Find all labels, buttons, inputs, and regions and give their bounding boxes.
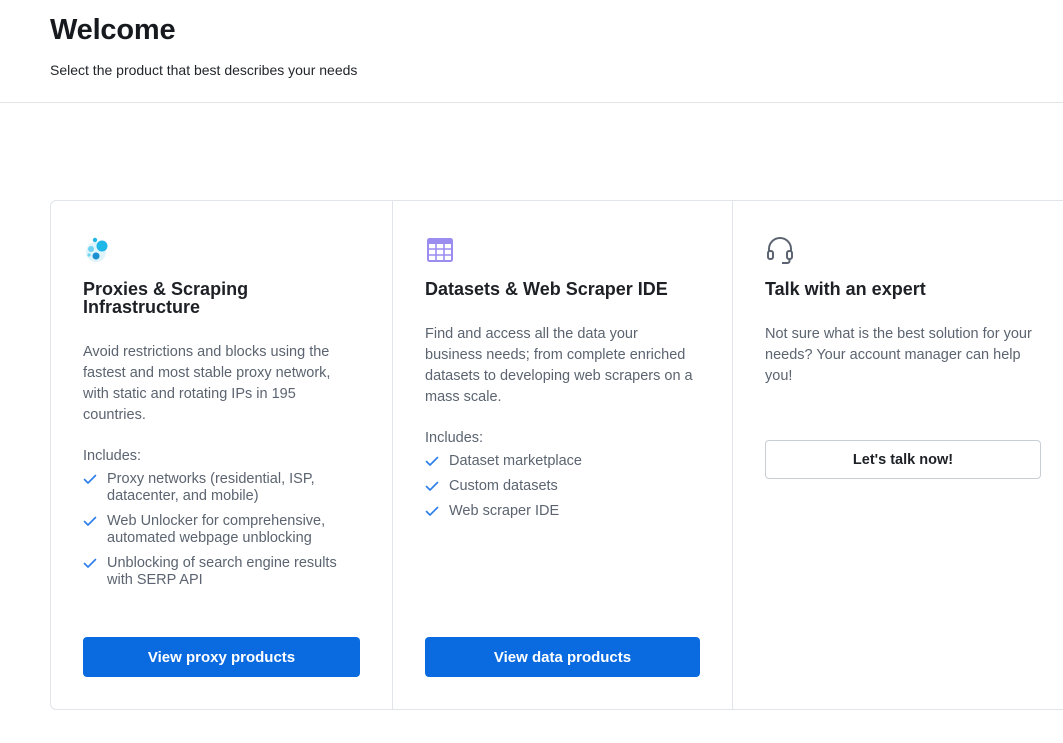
check-icon <box>425 481 439 491</box>
dataset-table-icon <box>425 235 455 265</box>
proxy-network-icon <box>83 235 113 265</box>
feature-label: Unblocking of search engine results with… <box>107 555 337 588</box>
feature-list: Dataset marketplace Custom datasets Web … <box>425 453 695 528</box>
product-cards: Proxies & Scraping Infrastructure Avoid … <box>50 200 1063 710</box>
view-proxy-products-button[interactable]: View proxy products <box>83 637 360 677</box>
check-icon <box>83 516 97 526</box>
talk-now-button[interactable]: Let's talk now! <box>765 440 1041 479</box>
includes-label: Includes: <box>83 448 142 464</box>
card-description: Find and access all the data your busine… <box>425 326 693 405</box>
check-icon <box>425 456 439 466</box>
card-title: Datasets & Web Scraper IDE <box>425 279 668 299</box>
proxy-product-card: Proxies & Scraping Infrastructure Avoid … <box>51 201 393 709</box>
list-item: Web Unlocker for comprehensive, automate… <box>83 513 353 547</box>
feature-label: Custom datasets <box>449 478 558 494</box>
list-item: Unblocking of search engine results with… <box>83 555 353 589</box>
list-item: Custom datasets <box>425 478 695 495</box>
feature-label: Web scraper IDE <box>449 503 560 519</box>
page-header: Welcome Select the product that best des… <box>0 0 1063 103</box>
page-title: Welcome <box>50 14 176 46</box>
list-item: Proxy networks (residential, ISP, datace… <box>83 471 353 505</box>
data-product-card: Datasets & Web Scraper IDE Find and acce… <box>393 201 733 709</box>
feature-list: Proxy networks (residential, ISP, datace… <box>83 471 353 597</box>
talk-expert-card: Talk with an expert Not sure what is the… <box>733 201 1063 709</box>
card-title: Talk with an expert <box>765 279 926 299</box>
card-title: Proxies & Scraping Infrastructure <box>83 279 249 317</box>
check-icon <box>425 506 439 516</box>
view-data-products-button[interactable]: View data products <box>425 637 700 677</box>
check-icon <box>83 474 97 484</box>
feature-label: Web Unlocker for comprehensive, automate… <box>107 513 326 546</box>
list-item: Dataset marketplace <box>425 453 695 470</box>
page-subtitle: Select the product that best describes y… <box>50 62 358 78</box>
card-description: Avoid restrictions and blocks using the … <box>83 344 331 423</box>
feature-label: Proxy networks (residential, ISP, datace… <box>107 471 315 504</box>
check-icon <box>83 558 97 568</box>
card-description: Not sure what is the best solution for y… <box>765 326 1032 384</box>
headset-icon <box>765 235 795 265</box>
feature-label: Dataset marketplace <box>449 453 582 469</box>
list-item: Web scraper IDE <box>425 503 695 520</box>
includes-label: Includes: <box>425 430 484 446</box>
